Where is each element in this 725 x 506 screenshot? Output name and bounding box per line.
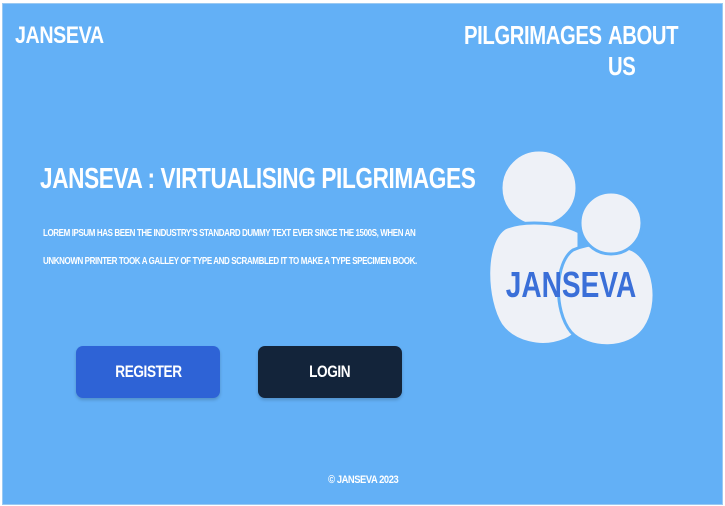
large-person-head: [499, 150, 579, 228]
login-button[interactable]: LOGIN: [258, 346, 402, 398]
register-button[interactable]: REGISTER: [76, 346, 220, 398]
window-frame: JANSEVA PILGRIMAGES ABOUT US JANSEVA : V…: [0, 0, 725, 506]
login-button-label: LOGIN: [309, 362, 351, 381]
nav-about-us-link[interactable]: ABOUT US: [608, 20, 697, 82]
nav-pilgrimages-link[interactable]: PILGRIMAGES: [464, 20, 602, 51]
small-person-head: [578, 190, 644, 256]
footer: © JANSEVA 2023: [3, 474, 724, 486]
brand-logo-text[interactable]: JANSEVA: [15, 22, 104, 50]
footer-copyright: © JANSEVA 2023: [328, 474, 399, 486]
register-button-label: REGISTER: [114, 362, 182, 381]
hero-description: LOREM IPSUM HAS BEEN THE INDUSTRY'S STAN…: [43, 228, 417, 267]
logo-text: JANSEVA: [506, 265, 636, 305]
landing-page: JANSEVA PILGRIMAGES ABOUT US JANSEVA : V…: [2, 3, 723, 505]
hero-title: JANSEVA : VIRTUALISING PILGRIMAGES: [40, 163, 476, 195]
people-icon: JANSEVA: [487, 150, 656, 348]
